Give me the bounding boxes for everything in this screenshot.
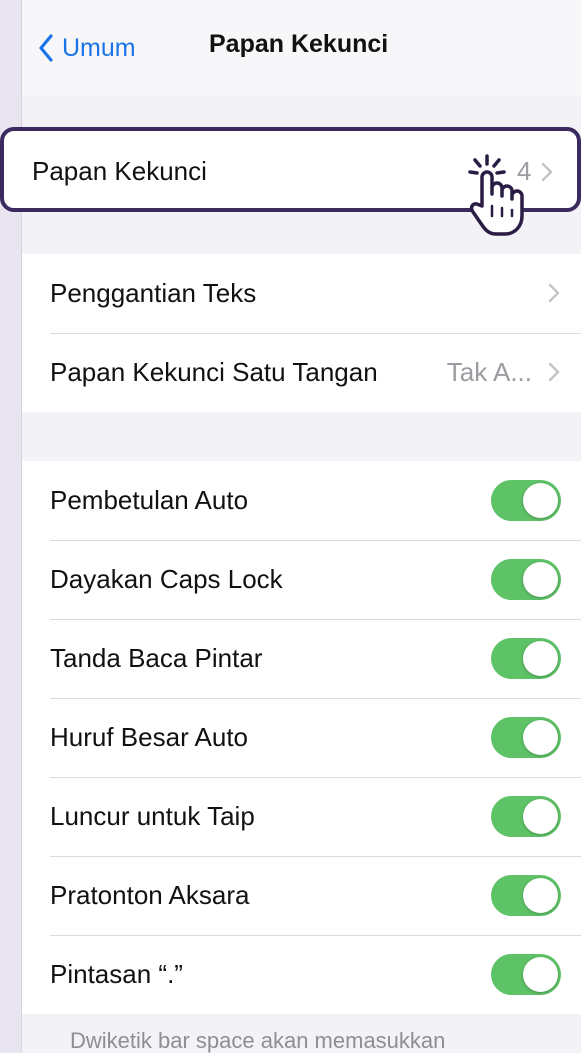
toggle-knob: [523, 641, 558, 676]
settings-row-period-shortcut: Pintasan “.”: [22, 935, 581, 1014]
slide-to-type-toggle[interactable]: [491, 796, 561, 837]
back-label: Umum: [62, 33, 136, 62]
toggle-knob: [523, 562, 558, 597]
row-label: Huruf Besar Auto: [50, 722, 248, 752]
settings-row-caps-lock: Dayakan Caps Lock: [22, 540, 581, 619]
row-label: Penggantian Teks: [50, 278, 257, 308]
pointer-hand-icon: [468, 154, 524, 236]
chevron-right-icon: [541, 162, 553, 182]
settings-row-text-replacement[interactable]: Penggantian Teks: [22, 254, 581, 333]
row-label: Pembetulan Auto: [50, 485, 249, 515]
row-label: Papan Kekunci Satu Tangan: [50, 357, 378, 387]
settings-row-smart-punctuation: Tanda Baca Pintar: [22, 619, 581, 698]
auto-capitalization-toggle[interactable]: [491, 717, 561, 758]
toggle-knob: [523, 957, 558, 992]
settings-row-one-handed-keyboard[interactable]: Papan Kekunci Satu Tangan Tak A...: [22, 333, 581, 412]
auto-correction-toggle[interactable]: [491, 480, 561, 521]
settings-row-character-preview: Pratonton Aksara: [22, 856, 581, 935]
toggle-knob: [523, 483, 558, 518]
toggle-settings-group: Pembetulan Auto Dayakan Caps Lock Tanda …: [22, 461, 581, 1014]
settings-row-slide-to-type: Luncur untuk Taip: [22, 777, 581, 856]
toggle-knob: [523, 720, 558, 755]
toggle-knob: [523, 878, 558, 913]
back-button[interactable]: Umum: [38, 28, 136, 68]
smart-punctuation-toggle[interactable]: [491, 638, 561, 679]
row-label: Tanda Baca Pintar: [50, 643, 263, 673]
chevron-right-icon: [548, 283, 560, 303]
footer-note: Dwiketik bar space akan memasukkan: [70, 1028, 446, 1053]
row-label: Pratonton Aksara: [50, 880, 250, 910]
row-label: Luncur untuk Taip: [50, 801, 255, 831]
chevron-left-icon: [39, 34, 53, 62]
row-label: Pintasan “.”: [50, 959, 183, 989]
page-title: Papan Kekunci: [209, 30, 389, 58]
row-label: Papan Kekunci: [32, 156, 207, 186]
period-shortcut-toggle[interactable]: [491, 954, 561, 995]
chevron-right-icon: [548, 362, 560, 382]
text-settings-group: Penggantian Teks Papan Kekunci Satu Tang…: [22, 254, 581, 412]
row-label: Dayakan Caps Lock: [50, 564, 283, 594]
toggle-knob: [523, 799, 558, 834]
row-detail-value: Tak A...: [446, 357, 532, 387]
character-preview-toggle[interactable]: [491, 875, 561, 916]
caps-lock-toggle[interactable]: [491, 559, 561, 600]
settings-row-auto-correction: Pembetulan Auto: [22, 461, 581, 540]
settings-row-auto-capitalization: Huruf Besar Auto: [22, 698, 581, 777]
navigation-bar: Umum Papan Kekunci: [22, 0, 581, 96]
